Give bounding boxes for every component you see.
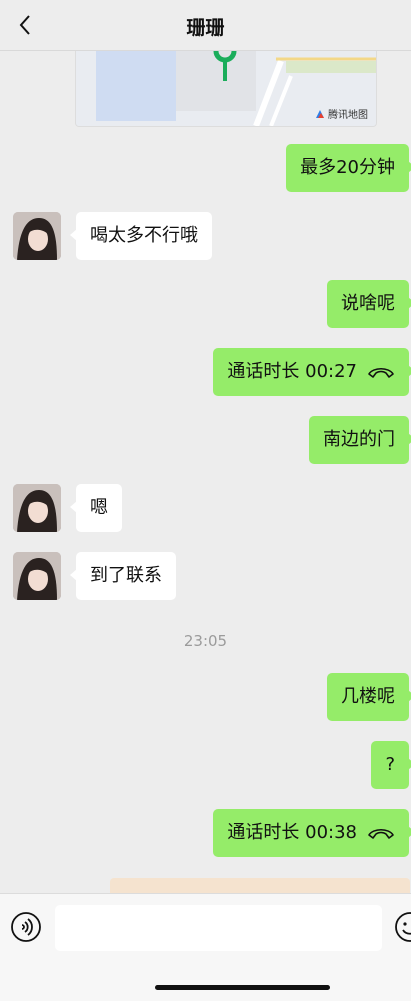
message-timestamp: 23:05 [183, 632, 228, 650]
call-duration-text: 通话时长 00:27 [227, 361, 357, 382]
avatar[interactable] [13, 212, 61, 260]
message-outgoing[interactable]: 说啥呢 [327, 280, 411, 328]
message-outgoing[interactable]: 几楼呢 [327, 673, 411, 721]
message-text: 说啥呢 [341, 293, 395, 314]
call-duration-text: 通话时长 00:38 [227, 822, 357, 843]
phone-hangup-icon [368, 828, 394, 839]
message-incoming[interactable]: 到了联系 [70, 552, 176, 600]
message-outgoing[interactable]: ? [371, 741, 411, 789]
emoji-button[interactable] [394, 911, 411, 943]
message-text: 几楼呢 [341, 686, 395, 707]
chat-header: 珊珊 [0, 0, 411, 51]
message-text: ? [385, 754, 395, 775]
call-record-message[interactable]: 通话时长 00:38 [213, 809, 411, 857]
avatar[interactable] [13, 552, 61, 600]
map-credit-label: 腾讯地图 [328, 110, 368, 121]
message-outgoing[interactable]: 最多20分钟 [286, 144, 411, 192]
message-text: 到了联系 [90, 565, 162, 586]
contact-avatar-image [13, 484, 61, 532]
message-text: 南边的门 [323, 429, 395, 450]
map-credit: 腾讯地图 [315, 106, 368, 121]
message-text: 最多20分钟 [300, 157, 395, 178]
emoji-icon [395, 912, 411, 942]
phone-hangup-icon [368, 367, 394, 378]
message-outgoing[interactable]: 南边的门 [309, 416, 411, 464]
message-incoming[interactable]: 嗯 [70, 484, 122, 532]
home-indicator [155, 985, 330, 990]
avatar[interactable] [13, 484, 61, 532]
message-incoming[interactable]: 喝太多不行哦 [70, 212, 212, 260]
contact-avatar-image [13, 212, 61, 260]
contact-name: 珊珊 [186, 17, 225, 39]
call-record-message[interactable]: 通话时长 00:27 [213, 348, 411, 396]
tencent-map-logo-icon [316, 109, 324, 118]
contact-avatar-image [13, 552, 61, 600]
message-input[interactable] [55, 905, 382, 951]
message-text: 喝太多不行哦 [90, 225, 198, 246]
message-text: 嗯 [90, 497, 108, 518]
voice-button[interactable] [10, 911, 42, 943]
voice-icon [11, 912, 41, 942]
